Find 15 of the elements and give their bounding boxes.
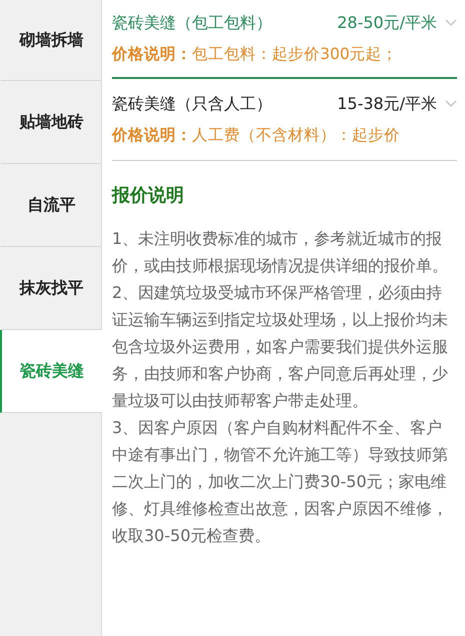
chevron-down-icon	[445, 19, 457, 27]
section-title: 报价说明	[112, 184, 185, 207]
price-note: 价格说明：人工费（不含材料）：起步价	[112, 124, 401, 146]
explanation-paragraph: 2、因建筑垃圾受城市环保严格管理，必须由持证运输车辆运到指定垃圾处理场，以上报价均未包含垃圾外运费用，如客户需要我们提供外运服务，由技师和客户协商，客户同意后再处理，少量垃圾可以由技师帮客户带走处理。	[112, 282, 449, 412]
service-price: 15-38元/平米	[337, 94, 437, 114]
price-row[interactable]: 瓷砖美缝（包工包料） 28-50元/平米 价格说明：包工包料：起步价300元起；	[112, 0, 457, 79]
chevron-down-icon	[445, 100, 457, 108]
service-name: 瓷砖美缝（包工包料）	[112, 12, 272, 34]
category-tab[interactable]: 瓷砖美缝	[0, 330, 102, 413]
price-note: 价格说明：包工包料：起步价300元起；	[112, 44, 399, 64]
service-price: 28-50元/平米	[337, 12, 437, 34]
price-row[interactable]: 瓷砖美缝（只含人工） 15-38元/平米 价格说明：人工费（不含材料）：起步价	[112, 79, 457, 161]
explanation-paragraph: 3、因客户原因（客户自购材料配件不全、客户中途有事出门，物管不允许施工等）导致技师第二次上门的，加收二次上门费30-50元；家电维修、灯具维修检查出故意，因客户原因不维修，收取30-50元检查费。	[112, 417, 449, 547]
explanation-paragraph: 1、未注明收费标准的城市，参考就近城市的报价，或由技师根据现场情况提供详细的报价单。	[112, 228, 449, 277]
service-name: 瓷砖美缝（只含人工）	[112, 94, 272, 114]
